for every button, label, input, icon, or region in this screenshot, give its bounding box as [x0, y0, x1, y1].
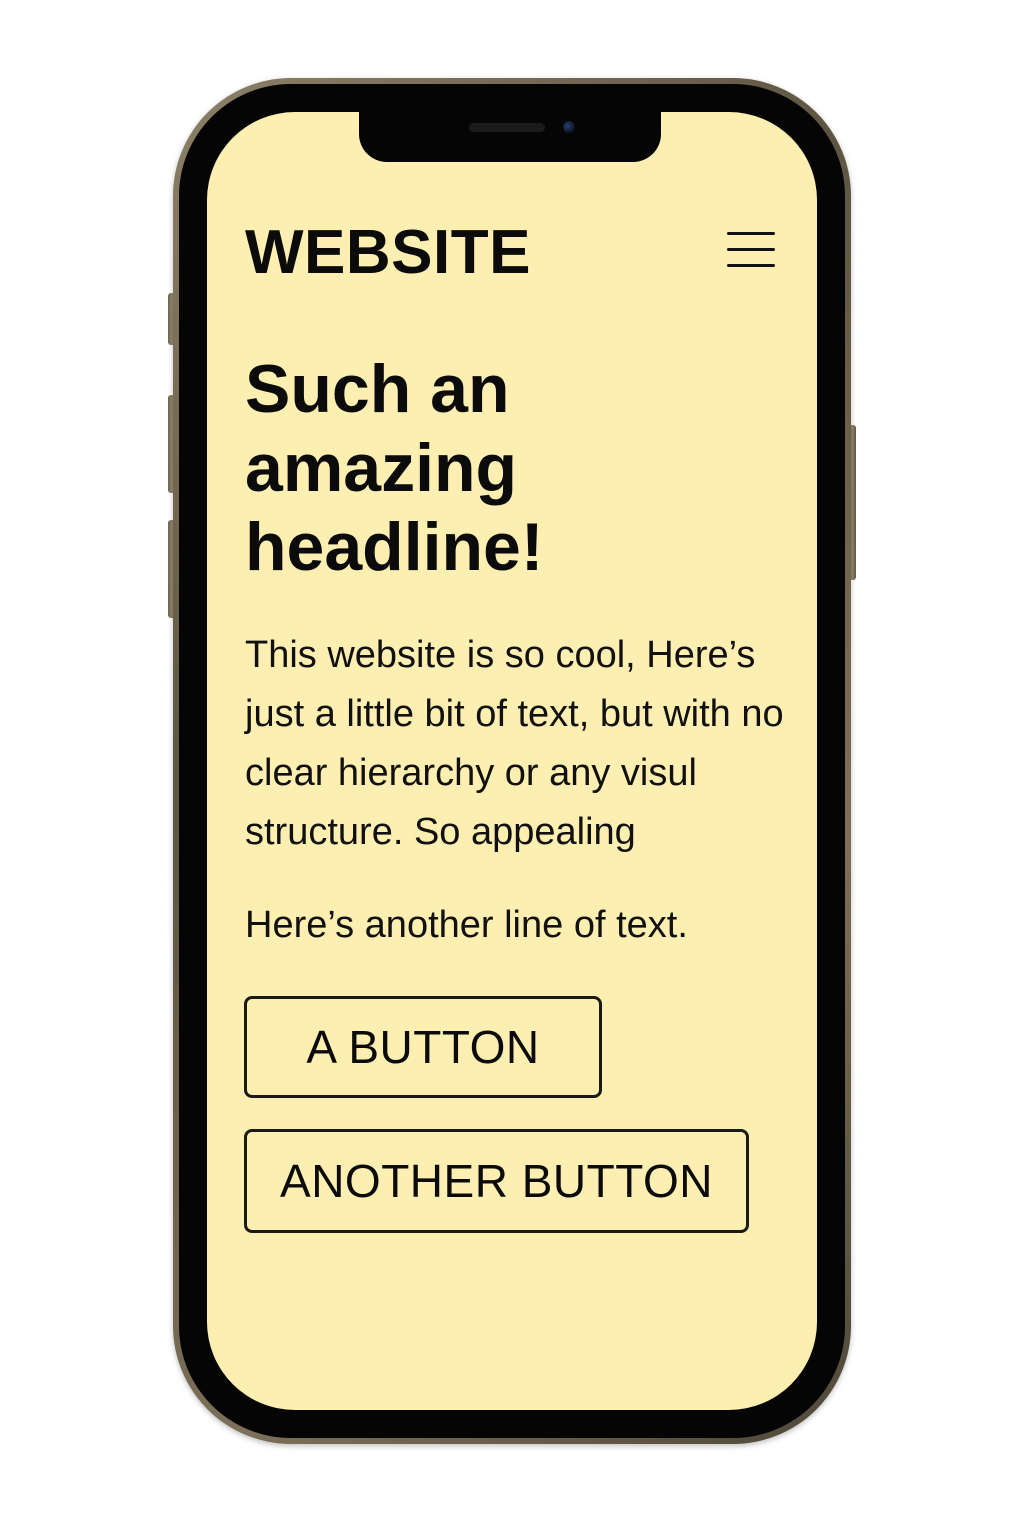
a-button[interactable]: A BUTTON [244, 996, 602, 1098]
phone-frame: WEBSITE Such an amazing headline! This w… [173, 78, 851, 1444]
hero-headline: Such an amazing headline! [245, 351, 544, 585]
front-camera-icon [563, 121, 575, 133]
secondary-text: Here’s another line of text. [245, 904, 688, 946]
menu-bar [727, 232, 775, 235]
notch [359, 112, 661, 162]
site-logo[interactable]: WEBSITE [245, 222, 531, 284]
phone-screen: WEBSITE Such an amazing headline! This w… [207, 112, 817, 1410]
another-button[interactable]: ANOTHER BUTTON [244, 1129, 749, 1233]
speaker-grille-icon [469, 123, 545, 132]
menu-bar [727, 248, 775, 251]
device-mockup: WEBSITE Such an amazing headline! This w… [0, 0, 1024, 1536]
hamburger-menu-icon[interactable] [723, 226, 779, 274]
hero-paragraph: This website is so cool, Here’s just a l… [245, 634, 784, 853]
menu-bar [727, 264, 775, 267]
phone-bezel: WEBSITE Such an amazing headline! This w… [179, 84, 845, 1438]
